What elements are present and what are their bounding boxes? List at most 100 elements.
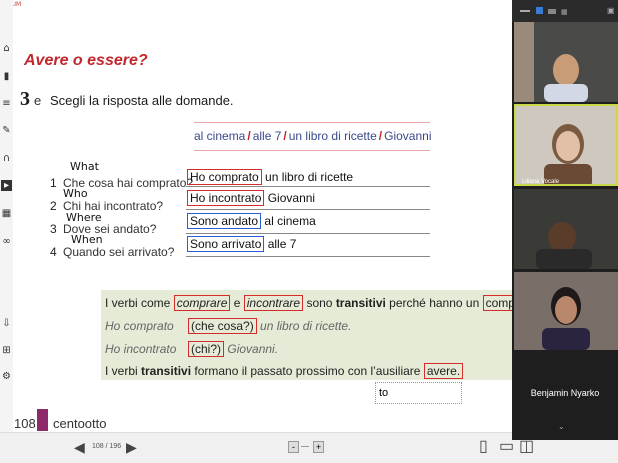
question-number: 4: [50, 245, 57, 259]
video-panel-header: ▦ ▣: [512, 0, 618, 22]
word-bank: al cinema / alle 7/un libro di ricette / Gio…: [194, 122, 432, 151]
separator-icon: /: [247, 129, 251, 143]
answer-2[interactable]: Ho incontrato Giovanni: [187, 190, 315, 206]
speaker-view-icon[interactable]: [536, 7, 543, 14]
word-bank-item: Giovanni: [384, 129, 432, 143]
chevron-down-icon[interactable]: ⌄: [558, 422, 565, 431]
active-speaker-name: Benjamin Nyarko: [530, 388, 600, 398]
rule-line-2: Ho comprato (che cosa?) un libro di ricet…: [105, 318, 352, 334]
participant-tile-active[interactable]: Liliana Vocale: [514, 104, 618, 186]
fullscreen-icon[interactable]: ▣: [607, 6, 615, 15]
shirt: [536, 249, 592, 269]
add-page-icon[interactable]: ⊞: [1, 345, 12, 356]
shirt: [544, 84, 588, 102]
exercise-number: 3: [20, 88, 30, 110]
rule-line-3: Ho incontrato (chi?) Giovanni.: [105, 341, 278, 357]
zoom-out-button[interactable]: -: [288, 441, 299, 453]
rule-example-verb: Ho incontrato: [105, 342, 177, 356]
zoom-in-button[interactable]: +: [313, 441, 324, 453]
participant-name: Liliana Vocale: [522, 179, 560, 185]
zoom-slider[interactable]: [301, 446, 309, 447]
participant-tile[interactable]: [514, 272, 618, 350]
left-toolbar: ⌂ ▮ ≡ ✎ ∩ ▸ ▦ ∞ ⇩ ⊞ ⚙: [0, 0, 13, 462]
grid-view-icon[interactable]: ▦: [561, 8, 568, 16]
rule-text: perché hanno un: [385, 296, 483, 310]
answer-line: [186, 186, 430, 187]
link-icon[interactable]: ∞: [1, 236, 12, 247]
participant-video: [514, 189, 618, 269]
rule-text: I verbi come: [105, 296, 174, 310]
page-marker: [37, 409, 48, 431]
answer-highlight: Sono andato: [187, 213, 262, 229]
rule-line-4: I verbi transitivi formano il passato pr…: [105, 363, 464, 379]
grid-icon[interactable]: ▦: [1, 208, 12, 219]
exercise-instruction: Scegli la risposta alle domande.: [50, 93, 234, 108]
rule-text: formano il passato prossimo con l’ausili…: [191, 364, 424, 378]
answer-rest: un libro di ricette: [265, 170, 354, 184]
face: [548, 222, 576, 252]
rule-bold: transitivi: [335, 296, 386, 310]
face: [555, 296, 577, 324]
answer-line: [186, 209, 430, 210]
face: [556, 131, 580, 161]
headphones-icon[interactable]: ∩: [1, 153, 12, 164]
pointer-icon[interactable]: ▮: [1, 71, 12, 82]
page-title: Avere o essere?: [24, 52, 148, 69]
answer-highlight: Ho incontrato: [187, 190, 265, 206]
rule-text: I verbi: [105, 364, 142, 378]
participant-tile[interactable]: [514, 22, 618, 102]
gallery-view-icon[interactable]: [548, 9, 556, 14]
rule-highlight: incontrare: [243, 295, 304, 311]
participant-video: [514, 22, 618, 102]
prev-page-icon[interactable]: ◀: [74, 439, 85, 456]
page-number-word: centootto: [53, 416, 107, 431]
word-bank-item: un libro di ricette: [288, 129, 377, 143]
rule-text: sono: [303, 296, 336, 310]
question-text: Quando sei arrivato?: [63, 245, 175, 259]
question-3: 3 Dove sei andato?: [50, 222, 156, 236]
rule-highlight: (che cosa?): [188, 318, 257, 334]
rule-bold: transitivi: [141, 364, 192, 378]
separator-icon: /: [283, 129, 287, 143]
answer-4[interactable]: Sono arrivato alle 7: [187, 236, 297, 252]
participant-video: [516, 106, 616, 184]
separator-icon: /: [378, 129, 383, 143]
page-indicator: 108 / 196: [92, 443, 122, 450]
pen-icon[interactable]: ✎: [1, 125, 12, 136]
answer-3[interactable]: Sono andato al cinema: [187, 213, 316, 229]
settings-icon[interactable]: ⚙: [1, 371, 12, 382]
answer-highlight: Sono arrivato: [187, 236, 265, 252]
face: [553, 54, 579, 86]
answer-line: [186, 256, 430, 257]
answer-line: [186, 233, 430, 234]
rule-example-verb: Ho comprato: [105, 319, 174, 333]
participant-video: [514, 272, 618, 350]
menu-icon[interactable]: ≡: [1, 98, 12, 109]
question-number: 2: [50, 199, 57, 213]
question-4: 4 Quando sei arrivato?: [50, 245, 174, 259]
shirt: [542, 328, 590, 350]
download-icon[interactable]: ⇩: [1, 318, 12, 329]
word-bank-item: alle 7: [252, 129, 282, 143]
single-page-icon[interactable]: ▯: [479, 436, 488, 456]
next-page-icon[interactable]: ▶: [126, 439, 137, 456]
minimize-icon[interactable]: [520, 10, 530, 12]
handwritten-note: What: [70, 160, 99, 173]
rule-highlight: avere.: [423, 363, 464, 379]
page-number: 108: [14, 416, 36, 431]
home-icon[interactable]: ⌂: [1, 43, 12, 54]
play-icon[interactable]: ▸: [1, 180, 12, 191]
rule-example-rest: un libro di ricette.: [260, 319, 352, 333]
answer-rest: alle 7: [267, 237, 297, 251]
answer-highlight: Ho comprato: [187, 169, 262, 185]
annotation-text-field[interactable]: to: [375, 382, 462, 404]
question-number: 3: [50, 222, 57, 236]
word-bank-item: al cinema: [194, 129, 246, 143]
participant-tile[interactable]: [514, 189, 618, 269]
question-number: 1: [50, 176, 57, 190]
answer-rest: al cinema: [264, 214, 316, 228]
answer-1[interactable]: Ho comprato un libro di ricette: [187, 169, 354, 185]
video-feed: [514, 22, 618, 102]
rule-highlight: comprare: [173, 295, 231, 311]
door: [514, 22, 534, 102]
